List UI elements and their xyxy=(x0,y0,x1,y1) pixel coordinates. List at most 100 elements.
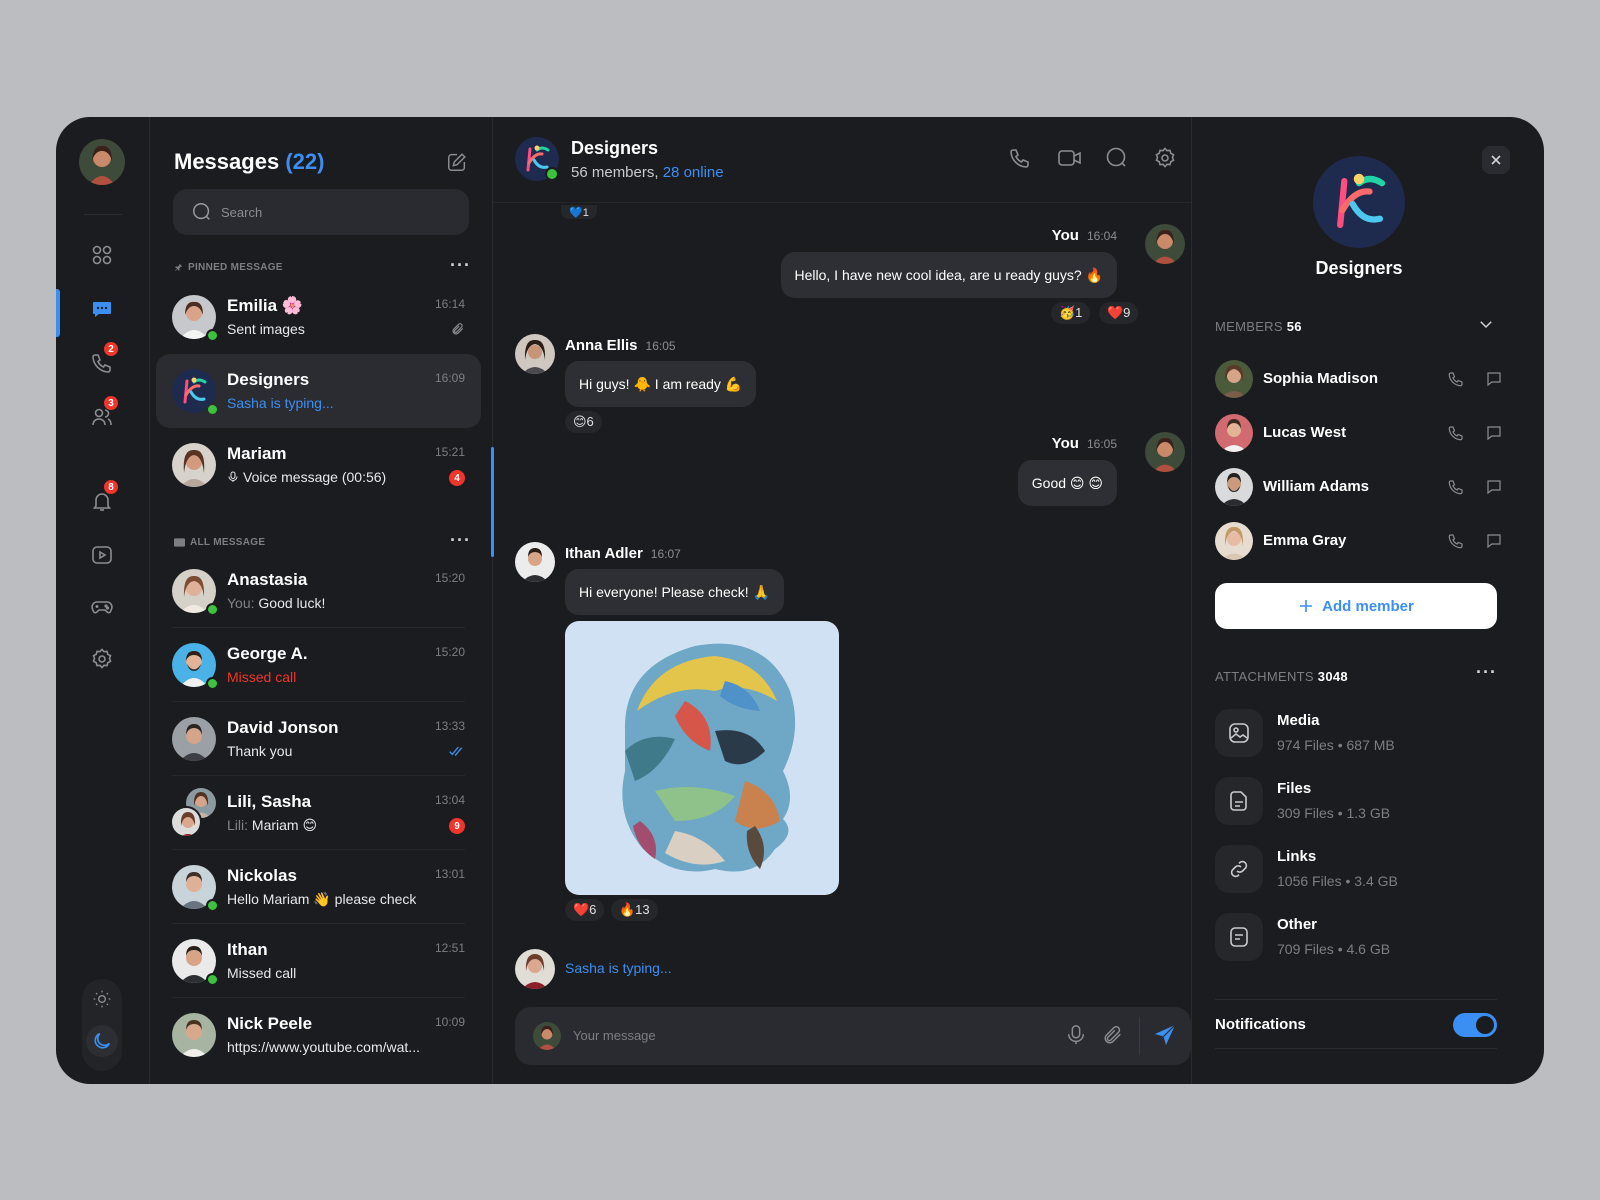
notifications-badge: 8 xyxy=(103,479,119,495)
message-icon[interactable] xyxy=(1485,370,1503,393)
attachment-media[interactable]: Media 974 Files • 687 MB xyxy=(1215,709,1497,759)
conversation-item-mariam[interactable]: Mariam Voice message (00:56) 15:21 4 xyxy=(156,428,481,502)
conversation-item-nickolas[interactable]: Nickolas Hello Mariam 👋 please check 13:… xyxy=(156,850,481,924)
attach-icon[interactable] xyxy=(1102,1023,1124,1052)
member-row[interactable]: Emma Gray xyxy=(1215,522,1501,562)
message-bubble-outgoing[interactable]: Hello, I have new cool idea, are u ready… xyxy=(780,252,1117,298)
reaction-chip[interactable]: 💙1 xyxy=(561,205,597,219)
chat-settings-icon[interactable] xyxy=(1153,146,1179,172)
member-row[interactable]: William Adams xyxy=(1215,468,1501,508)
phone-icon[interactable] xyxy=(1447,424,1465,447)
video-play-icon[interactable] xyxy=(86,539,118,571)
conversation-item-ithan[interactable]: Ithan Missed call 12:51 xyxy=(156,924,481,998)
attachment-name: Links xyxy=(1277,848,1317,865)
conversation-item-emilia[interactable]: Emilia 🌸 Sent images 16:14 xyxy=(156,280,481,354)
group-logo xyxy=(1313,156,1405,248)
attachment-links[interactable]: Links 1056 Files • 3.4 GB xyxy=(1215,845,1497,895)
message-input[interactable]: Your message xyxy=(573,1028,656,1043)
conversation-item-david[interactable]: David Jonson Thank you 13:33 xyxy=(156,702,481,776)
dashboard-icon[interactable] xyxy=(86,239,118,271)
online-dot xyxy=(206,899,219,912)
reaction-chip[interactable]: 😊6 xyxy=(565,411,602,433)
conversation-item-anastasia[interactable]: Anastasia You: Good luck! 15:20 xyxy=(156,554,481,628)
calls-badge: 2 xyxy=(103,341,119,357)
notifications-toggle[interactable] xyxy=(1453,1013,1497,1037)
conversation-item-george[interactable]: George A. Missed call 15:20 xyxy=(156,628,481,702)
microphone-icon[interactable] xyxy=(1065,1023,1087,1052)
messages-count: (22) xyxy=(285,149,325,174)
group-name: Designers xyxy=(1315,258,1403,278)
online-dot xyxy=(206,403,219,416)
link-icon xyxy=(1215,845,1263,893)
conversation-item-nick-peele[interactable]: Nick Peele https://www.youtube.com/wat..… xyxy=(156,998,481,1072)
message-preview: Voice message (00:56) xyxy=(227,469,386,485)
conversation-item-designers[interactable]: Designers Sasha is typing... 16:09 xyxy=(156,354,481,428)
chat-icon[interactable] xyxy=(86,293,118,325)
phone-icon[interactable] xyxy=(1447,532,1465,555)
member-row[interactable]: Lucas West xyxy=(1215,414,1501,454)
message-time: 16:14 xyxy=(434,297,465,311)
message-time: 15:20 xyxy=(434,645,465,659)
message-time: 15:20 xyxy=(434,571,465,585)
message-icon[interactable] xyxy=(1485,532,1503,555)
message-sender: You 16:05 xyxy=(1051,435,1117,452)
message-icon[interactable] xyxy=(1485,424,1503,447)
bell-icon[interactable]: 8 xyxy=(86,479,119,517)
reaction-chip[interactable]: ❤️6 xyxy=(565,899,605,921)
nav-rail: 2 3 8 xyxy=(56,117,150,1084)
message-icon[interactable] xyxy=(1485,478,1503,501)
message-preview: Sent images xyxy=(227,321,305,337)
pin-icon xyxy=(175,263,183,271)
moon-icon[interactable] xyxy=(86,1025,118,1057)
phone-icon[interactable] xyxy=(1447,370,1465,393)
contact-name: Designers xyxy=(227,370,310,389)
all-more-button[interactable]: ··· xyxy=(450,530,471,551)
attachment-files[interactable]: Files 309 Files • 1.3 GB xyxy=(1215,777,1497,827)
phone-icon[interactable] xyxy=(1447,478,1465,501)
notifications-label: Notifications xyxy=(1215,1016,1306,1033)
message-bubble-incoming[interactable]: Hi everyone! Please check! 🙏 xyxy=(565,569,784,615)
chevron-down-icon[interactable] xyxy=(1477,315,1495,338)
member-row[interactable]: Sophia Madison xyxy=(1215,360,1501,400)
online-dot xyxy=(545,167,559,181)
video-call-icon[interactable] xyxy=(1057,146,1083,172)
message-preview: Lili: Mariam 😊 xyxy=(227,817,318,833)
search-placeholder: Search xyxy=(221,204,263,220)
add-member-button[interactable]: Add member xyxy=(1215,583,1497,629)
message-bubble-incoming[interactable]: Hi guys! 🐥 I am ready 💪 xyxy=(565,361,757,407)
search-input[interactable]: Search xyxy=(173,189,469,235)
other-file-icon xyxy=(1215,913,1263,961)
send-icon[interactable] xyxy=(1153,1023,1177,1052)
contact-name: Lili, Sasha xyxy=(227,792,312,811)
sun-icon[interactable] xyxy=(86,983,118,1015)
reaction-chip[interactable]: ❤️9 xyxy=(1099,302,1139,324)
search-icon[interactable] xyxy=(1105,146,1131,172)
phone-icon[interactable]: 2 xyxy=(86,341,119,379)
notifications-row: Notifications xyxy=(1215,999,1497,1049)
contacts-badge: 3 xyxy=(103,395,119,411)
conversation-item-lili-sasha[interactable]: Lili, Sasha Lili: Mariam 😊 13:04 9 xyxy=(156,776,481,850)
contact-name: Nick Peele xyxy=(227,1014,313,1033)
missed-call-preview: Missed call xyxy=(227,669,297,685)
reaction-chip[interactable]: 🥳1 xyxy=(1051,302,1091,324)
close-icon[interactable] xyxy=(1482,146,1510,174)
my-avatar[interactable] xyxy=(79,139,125,185)
attachments-more-button[interactable]: ··· xyxy=(1476,662,1497,683)
contact-name: Nickolas xyxy=(227,866,297,885)
attachment-other[interactable]: Other 709 Files • 4.6 GB xyxy=(1215,913,1497,963)
call-icon[interactable] xyxy=(1008,146,1034,172)
reaction-chip[interactable]: 🔥13 xyxy=(611,899,658,921)
compose-icon[interactable] xyxy=(446,151,468,178)
gamepad-icon[interactable] xyxy=(86,591,118,623)
file-icon xyxy=(1215,777,1263,825)
typing-preview: Sasha is typing... xyxy=(227,395,334,411)
message-sender: Ithan Adler 16:07 xyxy=(565,545,681,562)
sender-avatar xyxy=(515,334,555,374)
pinned-more-button[interactable]: ··· xyxy=(450,255,471,276)
message-bubble-outgoing[interactable]: Good 😊 😊 xyxy=(1017,460,1117,506)
contacts-icon[interactable]: 3 xyxy=(86,395,119,433)
chat-members-status: 56 members, 28 online xyxy=(571,164,724,181)
settings-gear-icon[interactable] xyxy=(86,643,118,675)
message-time: 10:09 xyxy=(434,1015,465,1029)
shared-image[interactable] xyxy=(565,621,839,895)
